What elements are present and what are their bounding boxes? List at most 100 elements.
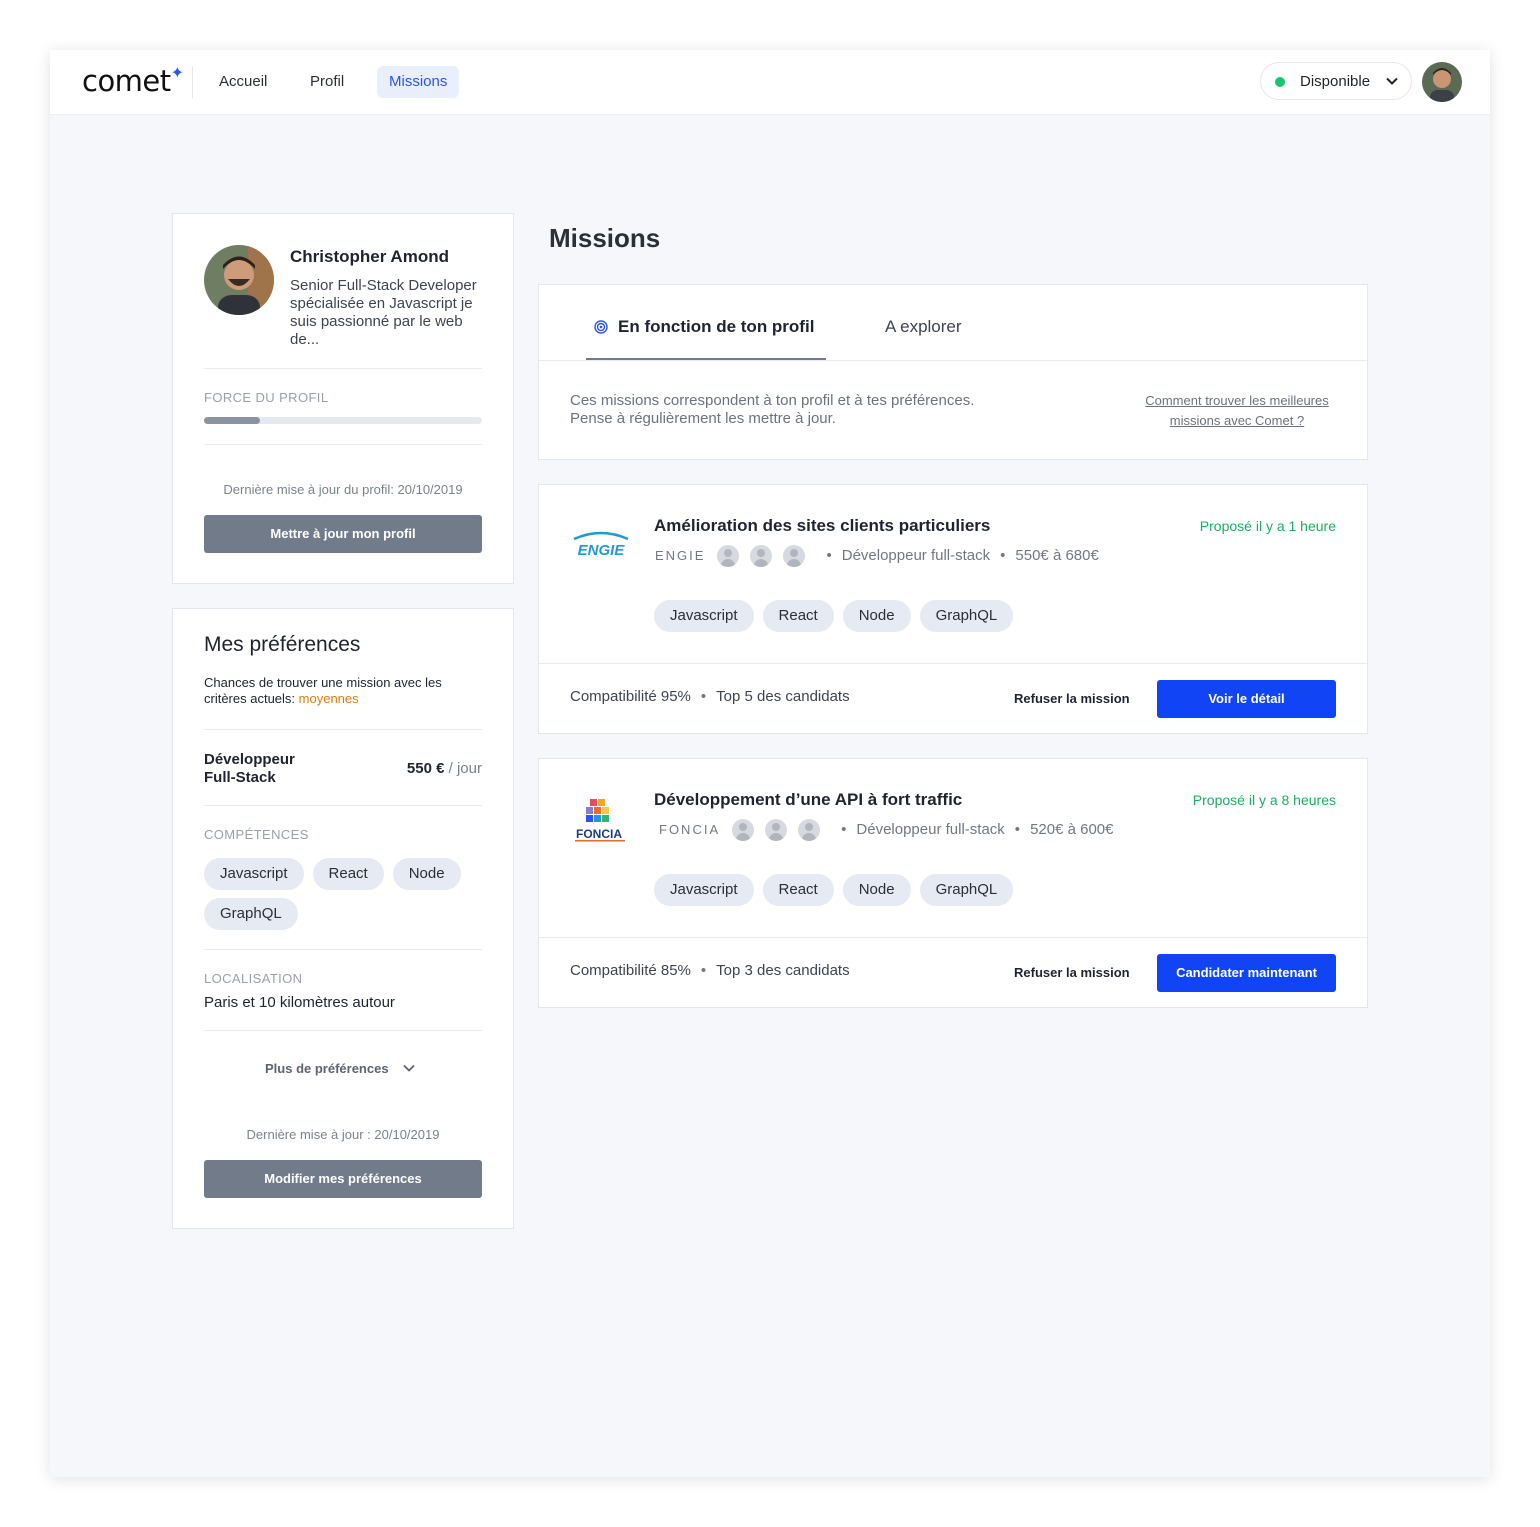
divider [204, 1030, 482, 1031]
foncia-logo-text: FONCIA [576, 827, 622, 841]
foncia-logo: FONCIA [573, 797, 629, 843]
candidate-rank: Top 5 des candidats [716, 688, 850, 705]
profile-strength-label: FORCE DU PROFIL [204, 390, 329, 405]
mission-rate: 520€ à 600€ [1030, 820, 1114, 838]
user-avatar[interactable] [1422, 62, 1462, 102]
mission-role: Développeur full-stack [841, 546, 991, 564]
mission-tags: Javascript React Node GraphQL [654, 600, 1022, 640]
candidate-avatar [717, 545, 740, 567]
preferences-title: Mes préférences [204, 633, 361, 656]
divider [204, 729, 482, 730]
top-navbar: comet✦ Accueil Profil Missions Disponibl… [50, 50, 1490, 115]
separator-dot: • [841, 820, 847, 838]
profile-avatar [204, 245, 274, 315]
refuse-mission-link[interactable]: Refuser la mission [1014, 691, 1130, 706]
skill-tag: Javascript [204, 858, 304, 890]
status-dot [1275, 77, 1285, 87]
company-name: ENGIE [655, 547, 706, 563]
mission-rate: 550€ à 680€ [1015, 546, 1099, 564]
apply-now-button[interactable]: Candidater maintenant [1157, 954, 1336, 992]
profile-last-update: Dernière mise à jour du profil: 20/10/20… [223, 482, 463, 497]
profile-strength-fill [204, 417, 260, 424]
card-divider [539, 663, 1367, 664]
separator-dot: • [700, 962, 707, 979]
nav-accueil[interactable]: Accueil [207, 66, 279, 98]
location-label: LOCALISATION [204, 971, 303, 986]
app-window: comet✦ Accueil Profil Missions Disponibl… [50, 50, 1490, 1477]
skill-tag: React [762, 874, 834, 906]
engie-logo: ENGIE [570, 529, 632, 559]
mission-proposed-time: Proposé il y a 8 heures [1192, 792, 1336, 808]
separator-dot: • [826, 546, 832, 564]
preferences-last-update: Dernière mise à jour : 20/10/2019 [246, 1127, 440, 1142]
candidate-avatar [732, 819, 755, 841]
skill-tag: GraphQL [919, 874, 1014, 906]
intro-line: Pense à régulièrement les mettre à jour. [570, 410, 836, 427]
separator-dot: • [700, 688, 707, 705]
tab-explore[interactable]: A explorer [885, 317, 962, 337]
tabs-divider [539, 360, 1367, 361]
compatibility-info: Compatibilité 85% • Top 3 des candidats [570, 962, 850, 979]
skills-tags: Javascript React Node GraphQL [204, 858, 494, 938]
divider [204, 805, 482, 806]
missions-intro: Ces missions correspondent à ton profil … [570, 392, 974, 428]
update-profile-button[interactable]: Mettre à jour mon profil [204, 515, 482, 553]
mission-tags: Javascript React Node GraphQL [654, 874, 1022, 914]
skill-tag: Node [392, 858, 461, 890]
tab-label: En fonction de ton profil [618, 317, 815, 336]
divider [204, 368, 482, 369]
more-preferences-toggle[interactable]: Plus de préférences [265, 1061, 416, 1076]
missions-title: Missions [549, 223, 661, 253]
mission-role: Développeur full-stack [856, 820, 1005, 838]
mission-meta: FONCIA • Développeur full-stack • 520€ à 600… [659, 819, 1113, 841]
skills-label: COMPÉTENCES [204, 827, 309, 842]
skill-tag: React [312, 858, 384, 890]
skill-tag: GraphQL [204, 898, 298, 930]
skill-tag: GraphQL [919, 600, 1014, 632]
preferred-rate: 550 € / jour [407, 760, 482, 777]
skill-tag: Node [842, 874, 911, 906]
chevron-down-icon [1386, 77, 1398, 85]
availability-dropdown[interactable]: Disponible [1260, 62, 1412, 100]
divider [204, 949, 482, 950]
chevron-down-icon [403, 1064, 415, 1072]
comet-logo[interactable]: comet✦ [82, 63, 184, 98]
candidate-avatar [798, 819, 821, 841]
separator-dot: • [1000, 546, 1006, 564]
mission-title[interactable]: Développement d’une API à fort traffic [654, 790, 962, 810]
mission-card: FONCIA Développement d’une API à fort tr… [538, 758, 1368, 1008]
view-detail-button[interactable]: Voir le détail [1157, 680, 1336, 718]
rate-value: 550 € [406, 760, 445, 777]
chances-text: Chances de trouver une mission avec les … [204, 675, 454, 707]
profile-strength-bar [204, 417, 482, 424]
divider [204, 444, 482, 445]
mission-title[interactable]: Amélioration des sites clients particuli… [654, 516, 990, 536]
intro-line: Ces missions correspondent à ton profil … [570, 392, 975, 409]
nav-profil[interactable]: Profil [298, 66, 356, 98]
location-value: Paris et 10 kilomètres autour [204, 994, 395, 1011]
compatibility: Compatibilité 85% [570, 962, 691, 979]
help-link[interactable]: Comment trouver les meilleures missions … [1129, 391, 1345, 431]
more-preferences-label: Plus de préférences [265, 1061, 389, 1076]
rate-unit: / jour [448, 760, 482, 777]
card-divider [539, 937, 1367, 938]
nav-missions[interactable]: Missions [377, 66, 460, 98]
tab-profile-match[interactable]: En fonction de ton profil [586, 285, 826, 361]
refuse-mission-link[interactable]: Refuser la mission [1014, 965, 1130, 980]
edit-preferences-button[interactable]: Modifier mes préférences [204, 1160, 482, 1198]
mission-meta: ENGIE • Développeur full-stack • 550€ à 680€ [655, 545, 1099, 567]
separator-dot: • [1014, 820, 1021, 838]
engie-logo-text: ENGIE [578, 542, 626, 559]
skill-tag: Javascript [654, 600, 754, 632]
profile-card: Christopher Amond Senior Full-Stack Deve… [172, 213, 514, 584]
candidate-avatar [783, 545, 806, 567]
mission-proposed-time: Proposé il y a 1 heure [1199, 518, 1336, 534]
target-icon [594, 320, 608, 334]
mission-card: ENGIE Amélioration des sites clients par… [538, 484, 1368, 734]
missions-tabs-panel: En fonction de ton profil A explorer Ces… [538, 284, 1368, 460]
sparkle-icon: ✦ [170, 63, 184, 83]
availability-label: Disponible [1300, 73, 1371, 90]
profile-name: Christopher Amond [290, 247, 449, 266]
preferred-role: Développeur Full-Stack [204, 751, 295, 786]
skill-tag: Node [842, 600, 911, 632]
